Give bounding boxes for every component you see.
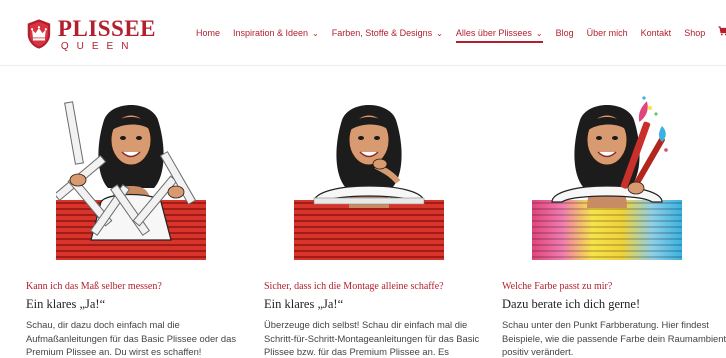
card-heading: Ein klares „Ja!“ — [264, 297, 344, 311]
chevron-down-icon: ⌄ — [312, 28, 319, 38]
brand-name: PLISSEE — [57, 15, 156, 41]
brand-subtitle: QUEEN — [60, 40, 137, 52]
woman-with-paintbrushes-illustration — [532, 90, 682, 260]
chevron-down-icon: ⌄ — [436, 28, 443, 38]
nav-item-home[interactable]: Home — [196, 28, 220, 38]
nav-item-alles-ueber-plissees[interactable]: Alles über Plissees ⌄ — [455, 28, 543, 43]
card-kicker: Sicher, dass ich die Montage alleine sch… — [264, 281, 444, 292]
card-body: Schau unter den Punkt Farbberatung. Hier… — [502, 319, 726, 358]
faq-cards: Kann ich das Maß selber messen? Ein klar… — [0, 66, 726, 358]
nav-item-farben[interactable]: Farben, Stoffe & Designs ⌄ — [332, 28, 443, 38]
nav-item-inspiration[interactable]: Inspiration & Ideen ⌄ — [233, 28, 319, 38]
card-heading: Ein klares „Ja!“ — [26, 297, 106, 311]
nav-item-blog[interactable]: Blog — [556, 28, 574, 38]
card-heading: Dazu berate ich dich gerne! — [502, 297, 641, 311]
woman-with-folding-ruler-illustration — [56, 90, 206, 260]
brand-logo[interactable]: PLISSEE QUEEN — [26, 12, 156, 56]
nav-item-shop[interactable]: Shop — [684, 28, 705, 38]
main-navigation: Home Inspiration & Ideen ⌄ Farben, Stoffe… — [196, 26, 726, 43]
card-body: Schau, dir dazu doch einfach mal die Auf… — [26, 319, 237, 358]
card-kicker: Welche Farbe passt zu mir? — [502, 281, 613, 292]
nav-item-kontakt[interactable]: Kontakt — [641, 28, 672, 38]
cart-icon[interactable] — [718, 26, 726, 39]
card-kicker: Kann ich das Maß selber messen? — [26, 281, 162, 292]
crown-shield-icon — [27, 19, 51, 49]
site-header: PLISSEE QUEEN Home Inspiration & Ideen ⌄ … — [0, 0, 726, 66]
card-body: Überzeuge dich selbst! Schau dir einfach… — [264, 319, 480, 358]
woman-leaning-on-plissee-illustration — [294, 90, 444, 260]
nav-item-ueber-mich[interactable]: Über mich — [587, 28, 628, 38]
chevron-down-icon: ⌄ — [535, 28, 543, 38]
